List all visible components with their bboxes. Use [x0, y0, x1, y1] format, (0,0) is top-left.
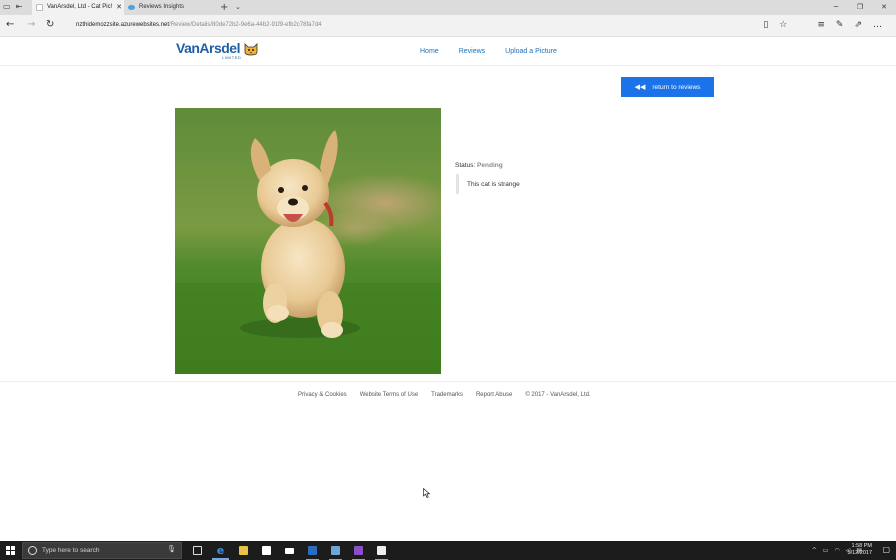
forward-arrow-icon[interactable]: → [27, 19, 35, 31]
hub-icon[interactable]: ≡ [817, 18, 825, 32]
tray-chevron-icon[interactable]: ^ [812, 544, 817, 557]
footer-divider [0, 381, 896, 382]
cloud-favicon-icon [128, 5, 135, 10]
network-icon[interactable]: ▭ [823, 544, 829, 557]
windows-taskbar: Type here to search 🎙 e ^ ▭ ◠ ◁ ▤ 1:58 P… [0, 541, 896, 560]
url-host: nzthidemozzsite.azurewebsites.net [76, 22, 170, 28]
clock-time: 1:58 PM [851, 543, 872, 549]
footer-copyright: © 2017 - VanArsdel, Ltd. [525, 392, 591, 398]
action-center-icon[interactable]: ▢ [882, 545, 890, 554]
site-logo[interactable]: VanArsdel LIMITED [176, 40, 258, 63]
windows-start-icon[interactable] [6, 546, 15, 555]
search-placeholder: Type here to search [42, 547, 100, 554]
reading-view-icon[interactable]: ▯ [763, 18, 768, 32]
rewind-icon: ◀◀ [634, 83, 646, 91]
cat-logo-icon [244, 43, 258, 56]
status-label: Status: [455, 162, 476, 169]
close-tab-icon[interactable]: ✕ [114, 0, 124, 15]
review-comment: This cat is strange [456, 174, 616, 194]
site-footer: Privacy & Cookies Website Terms of Use T… [298, 391, 591, 400]
logo-subtext: LIMITED [222, 55, 242, 60]
close-window-icon[interactable]: ✕ [872, 0, 896, 15]
address-bar: ← → ↻ nzthidemozzsite.azurewebsites.net/… [0, 15, 896, 37]
footer-report-abuse-link[interactable]: Report Abuse [476, 391, 512, 400]
url-path: /Review/Details/80de72b2-9e6a-44b2-91f9-… [169, 22, 322, 28]
site-header: VanArsdel LIMITED Home Reviews Upload a … [0, 37, 896, 66]
chevron-down-icon[interactable]: ⌄ [235, 0, 241, 15]
file-explorer-icon[interactable] [232, 541, 255, 560]
more-icon[interactable]: … [873, 18, 882, 32]
review-photo [175, 108, 441, 374]
taskbar-apps: e [186, 541, 393, 560]
url-field[interactable]: nzthidemozzsite.azurewebsites.net/Review… [76, 20, 322, 30]
footer-terms-link[interactable]: Website Terms of Use [360, 391, 418, 400]
return-button-label: return to reviews [652, 83, 701, 91]
microphone-icon[interactable]: 🎙 [167, 545, 176, 553]
powershell-icon[interactable] [301, 541, 324, 560]
browser-toolbar: ▯ ☆ ≡ ✎ ⇗ … [763, 18, 882, 32]
review-status: Status: Pending [455, 161, 503, 170]
puppy-image [175, 108, 441, 374]
tabs-aside-icon[interactable]: ▭ [3, 2, 11, 12]
edge-browser-icon[interactable]: e [209, 541, 232, 560]
logo-text: VanArsdel [176, 40, 240, 56]
wifi-icon[interactable]: ◠ [834, 544, 839, 557]
window-controls: ─ ❐ ✕ [824, 0, 896, 15]
nav-reviews-link[interactable]: Reviews [459, 47, 485, 57]
tab-actions: ▭ ⇤ [3, 2, 22, 12]
favorite-star-icon[interactable]: ☆ [779, 18, 787, 32]
web-note-icon[interactable]: ✎ [836, 18, 844, 32]
site-nav: Home Reviews Upload a Picture [420, 47, 557, 57]
nav-home-link[interactable]: Home [420, 47, 439, 57]
visual-studio-icon[interactable] [347, 541, 370, 560]
terminal-icon[interactable] [370, 541, 393, 560]
mail-icon[interactable] [278, 541, 301, 560]
tab-title: VanArsdel, Ltd - Cat Pic! [47, 4, 113, 10]
cortana-icon [28, 546, 37, 555]
set-aside-tabs-icon[interactable]: ⇤ [16, 2, 23, 12]
clock-date: 5/12/2017 [847, 550, 872, 556]
mouse-cursor-icon [423, 488, 431, 498]
tab-reviews-insights[interactable]: Reviews Insights [124, 0, 216, 15]
back-arrow-icon[interactable]: ← [6, 19, 14, 31]
tab-title: Reviews Insights [139, 4, 185, 10]
taskbar-clock[interactable]: 1:58 PM 5/12/2017 [848, 543, 872, 557]
store-icon[interactable] [255, 541, 278, 560]
new-tab-icon[interactable]: + [220, 0, 228, 15]
minimize-icon[interactable]: ─ [824, 0, 848, 15]
taskbar-search-input[interactable]: Type here to search 🎙 [22, 542, 182, 559]
task-view-icon[interactable] [186, 541, 209, 560]
share-icon[interactable]: ⇗ [854, 18, 862, 32]
footer-privacy-link[interactable]: Privacy & Cookies [298, 391, 347, 400]
app-icon[interactable] [324, 541, 347, 560]
return-to-reviews-button[interactable]: ◀◀ return to reviews [621, 77, 714, 97]
restore-icon[interactable]: ❐ [848, 0, 872, 15]
refresh-icon[interactable]: ↻ [46, 19, 54, 31]
status-badge: Pending [477, 162, 503, 169]
tab-cat-pic[interactable]: VanArsdel, Ltd - Cat Pic! ✕ [32, 0, 124, 15]
page-favicon-icon [36, 4, 43, 11]
footer-trademarks-link[interactable]: Trademarks [431, 391, 463, 400]
nav-upload-link[interactable]: Upload a Picture [505, 47, 557, 57]
browser-tab-bar: ▭ ⇤ VanArsdel, Ltd - Cat Pic! ✕ Reviews … [0, 0, 896, 15]
